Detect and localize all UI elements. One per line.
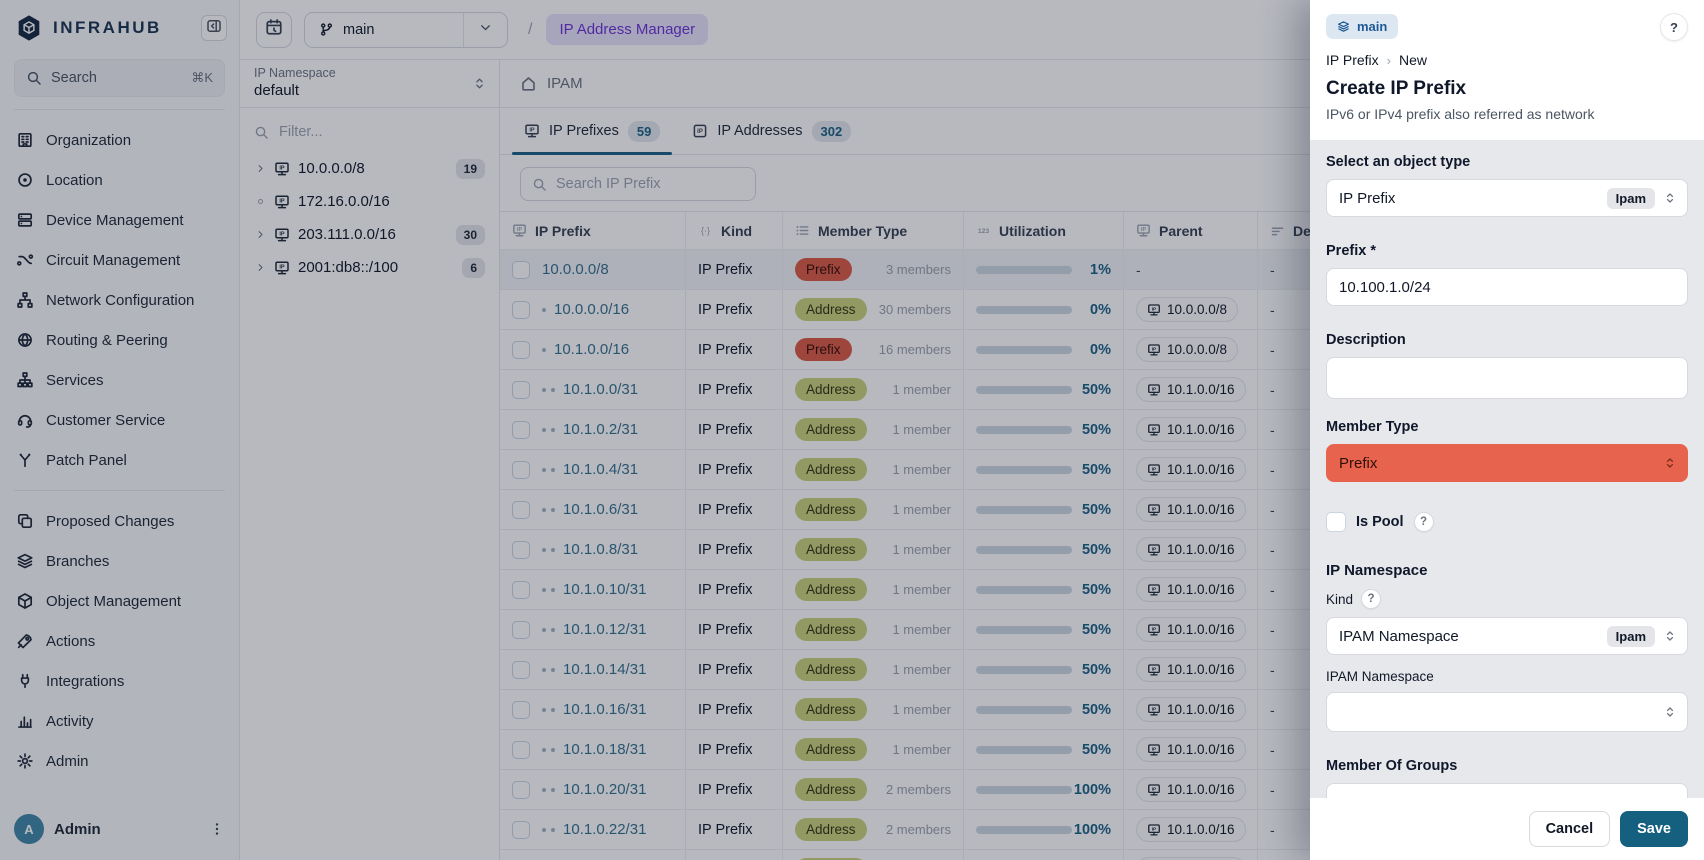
description-field-input[interactable] bbox=[1326, 357, 1688, 399]
object-type-select[interactable]: IP Prefix Ipam bbox=[1326, 179, 1688, 217]
drawer-header: main ? IP Prefix › New Create IP Prefix … bbox=[1310, 0, 1704, 140]
layers-icon bbox=[1337, 20, 1350, 33]
member-type-select[interactable]: Prefix bbox=[1326, 444, 1688, 482]
member-of-groups-label: Member Of Groups bbox=[1326, 758, 1688, 774]
drawer-breadcrumb: IP Prefix › New bbox=[1326, 52, 1688, 68]
is-pool-help-button[interactable]: ? bbox=[1414, 512, 1434, 532]
member-type-value: Prefix bbox=[1339, 455, 1655, 472]
kind-label: Kind bbox=[1326, 592, 1353, 607]
drawer-footer: Cancel Save bbox=[1310, 798, 1704, 860]
ipam-badge: Ipam bbox=[1607, 188, 1655, 209]
ipam-namespace-select[interactable] bbox=[1326, 692, 1688, 732]
drawer-breadcrumb-parent[interactable]: IP Prefix bbox=[1326, 52, 1379, 68]
app-window: INFRAHUB Search ⌘K OrganizationLocationD… bbox=[0, 0, 1704, 860]
kind-help-button[interactable]: ? bbox=[1361, 589, 1381, 609]
branch-badge-label: main bbox=[1357, 19, 1387, 34]
is-pool-label: Is Pool bbox=[1356, 514, 1404, 530]
chevrons-updown-icon bbox=[1663, 705, 1677, 719]
kind-select[interactable]: IPAM Namespace Ipam bbox=[1326, 617, 1688, 655]
kind-value: IPAM Namespace bbox=[1339, 628, 1599, 645]
kind-label-row: Kind ? bbox=[1326, 589, 1688, 609]
create-ip-prefix-drawer: main ? IP Prefix › New Create IP Prefix … bbox=[1310, 0, 1704, 860]
chevron-right-separator: › bbox=[1387, 53, 1391, 68]
ip-namespace-section-heading: IP Namespace bbox=[1326, 562, 1688, 579]
branch-badge: main bbox=[1326, 14, 1398, 39]
member-of-groups-select[interactable] bbox=[1326, 783, 1688, 798]
object-type-label: Select an object type bbox=[1326, 154, 1688, 170]
chevrons-updown-icon bbox=[1663, 191, 1677, 205]
drawer-form: Select an object type IP Prefix Ipam Pre… bbox=[1310, 140, 1704, 798]
cancel-button[interactable]: Cancel bbox=[1529, 811, 1611, 847]
ipam-badge: Ipam bbox=[1607, 626, 1655, 647]
is-pool-row: Is Pool ? bbox=[1326, 512, 1688, 532]
chevrons-updown-icon bbox=[1663, 629, 1677, 643]
prefix-field-label: Prefix * bbox=[1326, 243, 1688, 259]
drawer-subtitle: IPv6 or IPv4 prefix also referred as net… bbox=[1326, 106, 1688, 122]
is-pool-checkbox[interactable] bbox=[1326, 512, 1346, 532]
help-button[interactable]: ? bbox=[1660, 13, 1688, 41]
description-field-label: Description bbox=[1326, 332, 1688, 348]
ipam-namespace-label: IPAM Namespace bbox=[1326, 669, 1688, 684]
save-button[interactable]: Save bbox=[1620, 811, 1688, 847]
object-type-value: IP Prefix bbox=[1339, 190, 1599, 207]
member-type-label: Member Type bbox=[1326, 419, 1688, 435]
drawer-breadcrumb-current: New bbox=[1399, 52, 1427, 68]
drawer-title: Create IP Prefix bbox=[1326, 78, 1688, 100]
prefix-field-input[interactable]: 10.100.1.0/24 bbox=[1326, 268, 1688, 306]
chevrons-updown-icon bbox=[1663, 456, 1677, 470]
prefix-field-value: 10.100.1.0/24 bbox=[1339, 279, 1431, 296]
